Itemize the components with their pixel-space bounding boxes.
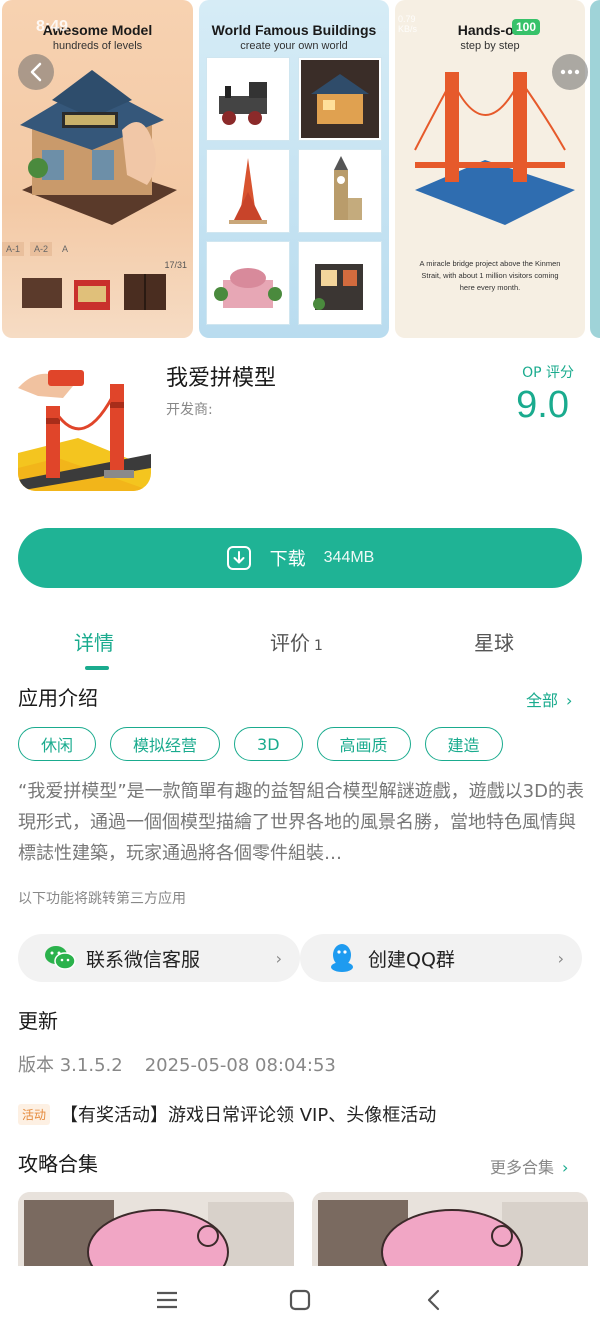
screenshot-1-title: Awesome Model [42, 22, 153, 38]
back-button[interactable] [18, 54, 54, 90]
eiffel-tower-thumbnail [207, 150, 289, 232]
home-icon [289, 1289, 311, 1310]
menu-icon [156, 1291, 177, 1308]
house-thumbnail [299, 58, 381, 140]
guides-more-label: 更多合集 [490, 1158, 555, 1177]
intro-all-label: 全部 [526, 691, 559, 710]
guides-title: 攻略合集 [18, 1152, 98, 1176]
level-tab: A-1 [2, 242, 25, 256]
wechat-icon [44, 942, 76, 974]
battery-indicator: 100 [512, 19, 541, 35]
screenshot-carousel[interactable]: Awesome Model hundreds of levels A-1 A-2… [0, 0, 600, 338]
locomotive-thumbnail [207, 58, 289, 140]
palace-thumbnail [207, 242, 289, 324]
tab-planet[interactable]: 星球 [474, 627, 514, 656]
more-options-button[interactable] [552, 54, 588, 90]
guide-thumbnail [18, 1192, 294, 1272]
tag-list: 休闲 模拟经营 3D 高画质 建造 [18, 727, 503, 761]
tag-chip[interactable]: 建造 [424, 727, 503, 761]
activity-text: 【有奖活动】游戏日常评论领 VIP、头像框活动 [60, 1105, 437, 1126]
tag-chip[interactable]: 休闲 [18, 727, 97, 761]
network-speed-value: 0.79 [398, 14, 416, 24]
activity-badge: 活动 [18, 1103, 51, 1125]
intro-all-link[interactable]: 全部 › [526, 687, 572, 711]
tag-chip[interactable]: 模拟经营 [110, 727, 221, 761]
screenshot-3-subtitle: step by step [460, 40, 520, 52]
create-qq-group-label: 创建QQ群 [368, 948, 455, 971]
back-icon [428, 1289, 440, 1310]
qq-penguin-icon [326, 942, 358, 974]
tab-reviews[interactable]: 评价 1 [270, 627, 323, 656]
download-label: 下载 [269, 549, 306, 570]
version-number: 版本 3.1.5.2 [18, 1055, 123, 1076]
shop-thumbnail [299, 242, 381, 324]
guide-card[interactable] [312, 1192, 588, 1272]
third-party-note: 以下功能将跳转第三方应用 [18, 891, 186, 907]
create-qq-group-button[interactable]: 创建QQ群 › [300, 934, 582, 982]
activity-banner[interactable]: 活动 【有奖活动】游戏日常评论领 VIP、头像框活动 [18, 1101, 436, 1127]
tab-reviews-label: 评价 [270, 631, 310, 655]
system-navigation-bar [0, 1266, 600, 1333]
download-size: 344MB [323, 549, 375, 566]
intro-title: 应用介绍 [18, 686, 98, 710]
network-speed-unit: KB/s [398, 24, 418, 34]
chevron-right-icon: › [562, 1158, 569, 1177]
app-description[interactable]: “我爱拼模型”是一款簡單有趣的益智組合模型解謎遊戲，遊戲以3D的表現形式，通過一… [18, 776, 584, 869]
active-tab-indicator [85, 666, 109, 670]
tab-reviews-count: 1 [314, 638, 323, 654]
nav-back-button[interactable] [413, 1280, 453, 1320]
score-value: 9.0 [516, 384, 569, 426]
status-time: 8:49 [36, 18, 69, 35]
score-label: OP 评分 [522, 365, 574, 381]
chevron-right-icon: › [275, 948, 282, 968]
update-title: 更新 [18, 1009, 58, 1033]
screenshot-2-subtitle: create your own world [240, 40, 348, 52]
buildings-grid [207, 58, 381, 324]
level-tab: A-2 [30, 242, 53, 256]
guides-more-link[interactable]: 更多合集 › [490, 1154, 568, 1178]
developer-label: 开发商: [166, 402, 213, 418]
tab-details[interactable]: 详情 [74, 627, 114, 656]
screenshot-3[interactable]: Hands-on step by step A miracle bridge p… [395, 0, 585, 338]
tag-chip[interactable]: 3D [234, 727, 303, 761]
big-ben-thumbnail [299, 150, 381, 232]
chevron-right-icon: › [566, 691, 573, 710]
screenshot-3-title: Hands-on [457, 22, 523, 38]
guide-thumbnail [312, 1192, 588, 1272]
network-speed: 0.79 KB/s [398, 14, 417, 34]
guide-card[interactable] [18, 1192, 294, 1272]
nav-menu-button[interactable] [147, 1280, 187, 1320]
screenshot-2[interactable]: World Famous Buildings create your own w… [199, 0, 389, 338]
back-arrow-icon [30, 62, 42, 82]
level-tabs: A-1 A-2 A [2, 242, 72, 256]
wechat-support-label: 联系微信客服 [86, 948, 201, 971]
version-info: 版本 3.1.5.2 2025-05-08 08:04:53 [18, 1051, 336, 1077]
chevron-right-icon: › [557, 948, 564, 968]
app-name: 我爱拼模型 [166, 366, 277, 391]
level-progress: 17/31 [164, 260, 187, 270]
wechat-support-button[interactable]: 联系微信客服 › [18, 934, 300, 982]
more-dots-icon [560, 69, 580, 75]
level-tab: A [62, 244, 69, 254]
app-icon [18, 358, 151, 491]
screenshot-1-subtitle: hundreds of levels [52, 40, 143, 52]
nav-home-button[interactable] [280, 1280, 320, 1320]
tag-chip[interactable]: 高画质 [316, 727, 411, 761]
download-icon [226, 546, 251, 570]
screenshot-3-caption: A miracle bridge project above the Kinme… [419, 259, 561, 292]
screenshot-4-peek[interactable] [590, 0, 600, 338]
download-button[interactable]: 下载 344MB [18, 528, 582, 588]
update-date: 2025-05-08 08:04:53 [144, 1055, 336, 1076]
screenshot-1[interactable]: Awesome Model hundreds of levels A-1 A-2… [2, 0, 193, 338]
screenshot-2-title: World Famous Buildings [211, 22, 377, 38]
